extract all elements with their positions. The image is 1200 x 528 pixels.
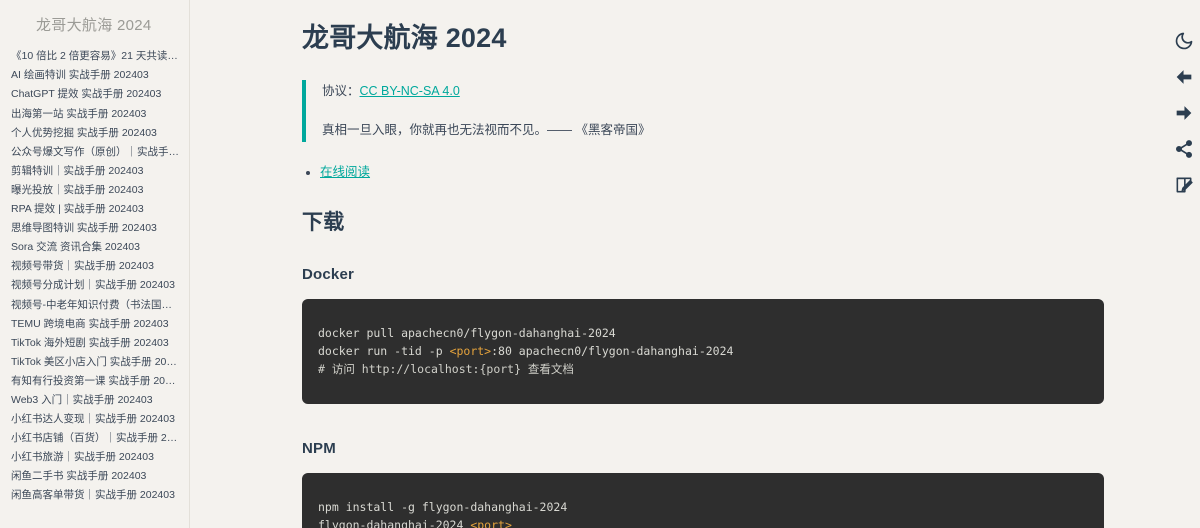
sidebar-item-3[interactable]: 出海第一站 实战手册 202403: [0, 104, 186, 123]
sidebar-item-17[interactable]: 有知有行投资第一课 实战手册 202403: [0, 372, 186, 391]
sidebar-nav: 《10 倍比 2 倍更容易》21 天共读营 实战手… AI 绘画特训 实战手册 …: [0, 47, 189, 505]
npm-code-line-2: flygon-dahanghai-2024 <port>: [318, 517, 1088, 528]
next-page-button[interactable]: [1173, 102, 1195, 124]
sidebar-item-18[interactable]: Web3 入门｜实战手册 202403: [0, 391, 186, 410]
sidebar-item-10[interactable]: Sora 交流 资讯合集 202403: [0, 238, 186, 257]
sidebar-item-0[interactable]: 《10 倍比 2 倍更容易》21 天共读营 实战手…: [0, 47, 186, 66]
npm-port-token: <port>: [470, 518, 512, 528]
sidebar-item-6[interactable]: 剪辑特训｜实战手册 202403: [0, 162, 186, 181]
dark-mode-toggle[interactable]: [1173, 30, 1195, 52]
sidebar-item-12[interactable]: 视频号分成计划｜实战手册 202403: [0, 276, 186, 295]
npm-heading: NPM: [302, 440, 336, 458]
docker-code-block[interactable]: docker pull apachecn0/flygon-dahanghai-2…: [302, 298, 1104, 405]
arrow-right-icon: [1173, 102, 1195, 124]
sidebar-item-16[interactable]: TikTok 美区小店入门 实战手册 202403: [0, 353, 186, 372]
docker-code-line-1: docker pull apachecn0/flygon-dahanghai-2…: [318, 325, 616, 340]
sidebar-item-9[interactable]: 思维导图特训 实战手册 202403: [0, 219, 186, 238]
sidebar-item-23[interactable]: 闲鱼高客单带货｜实战手册 202403: [0, 486, 186, 505]
download-heading: 下载: [302, 210, 345, 234]
right-action-rail: [1168, 0, 1200, 528]
sidebar-item-11[interactable]: 视频号带货｜实战手册 202403: [0, 257, 186, 276]
epigraph-text: 真相一旦入眼，你就再也无法视而不见。—— 《黑客帝国》: [322, 123, 651, 138]
docker-port-token: <port>: [449, 343, 492, 358]
prev-page-button[interactable]: [1173, 66, 1195, 88]
page-title: 龙哥大航海 2024: [302, 23, 507, 53]
sidebar-item-21[interactable]: 小红书旅游｜实战手册 202403: [0, 448, 186, 467]
sidebar-item-20[interactable]: 小红书店铺（百货）｜实战手册 202403: [0, 429, 186, 448]
sidebar-item-5[interactable]: 公众号爆文写作（原创）｜实战手册 202403: [0, 142, 186, 161]
sidebar-item-14[interactable]: TEMU 跨境电商 实战手册 202403: [0, 314, 186, 333]
docker-run-prefix: docker run -tid -p: [318, 343, 450, 358]
arrow-left-icon: [1173, 66, 1195, 88]
sidebar-item-13[interactable]: 视频号-中老年知识付费（书法国画）实战…: [0, 295, 186, 314]
sidebar-item-1[interactable]: AI 绘画特训 实战手册 202403: [0, 66, 186, 85]
docker-code-line-3: # 访问 http://localhost:{port} 查看文档: [318, 361, 574, 376]
license-label: 协议：: [322, 84, 360, 99]
npm-code-block[interactable]: npm install -g flygon-dahanghai-2024 flyg…: [302, 473, 1104, 528]
sidebar-item-4[interactable]: 个人优势挖掘 实战手册 202403: [0, 123, 186, 142]
license-line: 协议：CC BY-NC-SA 4.0: [322, 82, 1200, 101]
npm-code-line-1: npm install -g flygon-dahanghai-2024: [318, 500, 568, 515]
share-icon: [1174, 139, 1194, 159]
edit-icon: [1174, 175, 1194, 195]
document-body: 龙哥大航海 2024 协议：CC BY-NC-SA 4.0 真相一旦入眼，你就再…: [190, 0, 1200, 528]
online-read-link[interactable]: 在线阅读: [320, 165, 370, 179]
license-link[interactable]: CC BY-NC-SA 4.0: [360, 84, 460, 98]
list-item: 在线阅读: [320, 162, 1200, 182]
docker-run-suffix: :80 apachecn0/flygon-dahanghai-2024: [491, 343, 734, 358]
sidebar-item-19[interactable]: 小红书达人变现｜实战手册 202403: [0, 410, 186, 429]
share-button[interactable]: [1173, 138, 1195, 160]
sidebar-item-15[interactable]: TikTok 海外短剧 实战手册 202403: [0, 333, 186, 352]
sidebar-item-22[interactable]: 闲鱼二手书 实战手册 202403: [0, 467, 186, 486]
docker-heading: Docker: [302, 265, 355, 283]
edit-button[interactable]: [1173, 174, 1195, 196]
sidebar-title: 龙哥大航海 2024: [36, 17, 152, 34]
app-root: 龙哥大航海 2024 《10 倍比 2 倍更容易》21 天共读营 实战手… AI…: [0, 0, 1200, 528]
sidebar: 龙哥大航海 2024 《10 倍比 2 倍更容易》21 天共读营 实战手… AI…: [0, 0, 190, 528]
sidebar-item-2[interactable]: ChatGPT 提效 实战手册 202403: [0, 85, 186, 104]
npm-run-prefix: flygon-dahanghai-2024: [318, 518, 471, 528]
moon-icon: [1174, 31, 1194, 51]
license-quote-block: 协议：CC BY-NC-SA 4.0 真相一旦入眼，你就再也无法视而不见。—— …: [302, 80, 1200, 142]
sidebar-item-7[interactable]: 曝光投放｜实战手册 202403: [0, 181, 186, 200]
main-content-area: 龙哥大航海 2024 协议：CC BY-NC-SA 4.0 真相一旦入眼，你就再…: [190, 0, 1200, 528]
docker-code-line-2: docker run -tid -p <port>:80 apachecn0/f…: [318, 343, 1088, 361]
links-list: 在线阅读: [302, 162, 1200, 182]
sidebar-item-8[interactable]: RPA 提效 | 实战手册 202403: [0, 200, 186, 219]
